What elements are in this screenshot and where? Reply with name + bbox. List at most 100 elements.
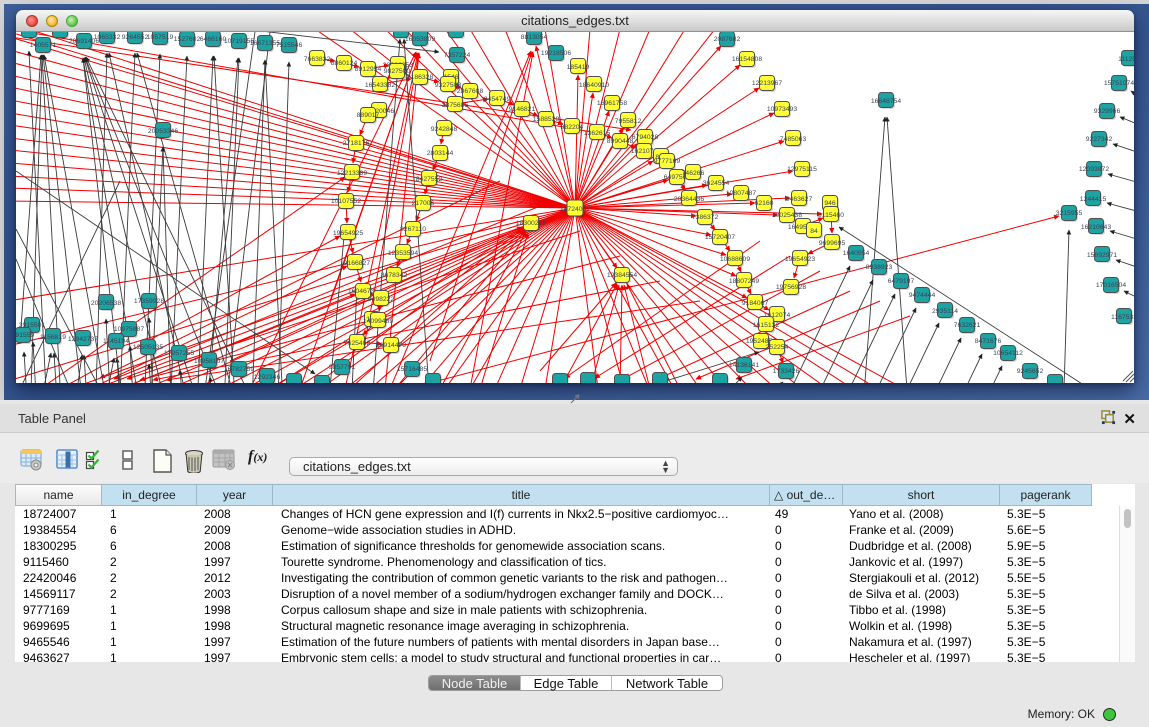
svg-text:19384554: 19384554: [607, 272, 637, 279]
svg-text:16053809: 16053809: [405, 36, 435, 43]
svg-text:7357224: 7357224: [444, 52, 471, 59]
svg-text:14099489: 14099489: [363, 318, 393, 325]
svg-text:16648754: 16648754: [871, 98, 901, 105]
svg-text:8454749: 8454749: [484, 96, 511, 103]
svg-text:1167533: 1167533: [1111, 314, 1134, 321]
svg-text:9463627: 9463627: [786, 196, 813, 203]
svg-text:7632621: 7632621: [954, 322, 981, 329]
svg-text:1362615: 1362615: [584, 130, 611, 137]
svg-text:3875685: 3875685: [442, 102, 469, 109]
svg-text:9777169: 9777169: [654, 158, 681, 165]
svg-text:2718176: 2718176: [343, 140, 370, 147]
svg-text:9857791: 9857791: [329, 364, 356, 371]
svg-text:391559: 391559: [16, 332, 35, 339]
svg-text:252254: 252254: [766, 344, 789, 351]
svg-text:1244415: 1244415: [1080, 196, 1107, 203]
svg-text:15720407: 15720407: [705, 234, 735, 241]
svg-text:10807487: 10807487: [726, 190, 756, 197]
svg-text:1615132: 1615132: [753, 322, 780, 329]
svg-text:12353594: 12353594: [388, 250, 418, 257]
svg-text:18807249: 18807249: [729, 278, 759, 285]
svg-text:10688609: 10688609: [720, 256, 750, 263]
svg-text:10025438: 10025438: [772, 212, 802, 219]
svg-text:16782759: 16782759: [224, 366, 254, 373]
svg-text:6794028: 6794028: [632, 134, 659, 141]
svg-text:10973493: 10973493: [767, 106, 797, 113]
svg-text:9699695: 9699695: [819, 240, 846, 247]
svg-text:882204: 882204: [561, 124, 584, 131]
svg-text:1527602: 1527602: [174, 36, 201, 43]
svg-text:3624554: 3624554: [703, 180, 730, 187]
svg-text:1145194: 1145194: [103, 338, 129, 345]
svg-text:10958107: 10958107: [194, 358, 224, 365]
svg-text:1588520: 1588520: [533, 116, 560, 123]
svg-text:16210643: 16210643: [1081, 224, 1111, 231]
svg-text:15716485: 15716485: [397, 366, 427, 373]
svg-text:8267110: 8267110: [400, 226, 426, 233]
svg-text:14136141: 14136141: [729, 362, 759, 369]
svg-text:1065332: 1065332: [94, 34, 121, 41]
svg-text:7485063: 7485063: [780, 136, 807, 143]
svg-text:16961758: 16961758: [597, 100, 627, 107]
svg-text:9146821: 9146821: [509, 106, 536, 113]
svg-text:3215955: 3215955: [1056, 210, 1083, 217]
svg-text:19654925: 19654925: [333, 230, 363, 237]
svg-text:8860124: 8860124: [331, 60, 358, 67]
svg-text:1057519: 1057519: [147, 34, 174, 41]
svg-text:1733426: 1733426: [773, 368, 800, 375]
svg-text:20206538: 20206538: [91, 300, 121, 307]
svg-text:15751074: 15751074: [1104, 80, 1134, 87]
svg-text:10654112: 10654112: [993, 350, 1023, 357]
svg-text:9498222: 9498222: [368, 296, 395, 303]
svg-text:16914479: 16914479: [376, 342, 406, 349]
svg-text:8471676: 8471676: [975, 338, 1002, 345]
svg-text:2803144: 2803144: [427, 150, 454, 157]
svg-text:9264552: 9264552: [122, 34, 149, 41]
svg-text:19166827: 19166827: [340, 260, 370, 267]
svg-text:16543382: 16543382: [365, 82, 395, 89]
svg-text:1292346: 1292346: [254, 374, 281, 381]
svg-text:746266: 746266: [682, 170, 705, 177]
svg-text:1640954: 1640954: [843, 250, 870, 257]
svg-text:10107552: 10107552: [331, 198, 361, 205]
svg-text:9474444: 9474444: [909, 292, 936, 299]
svg-text:7663822: 7663822: [304, 56, 331, 63]
svg-text:15692971: 15692971: [1087, 252, 1117, 259]
svg-text:7955812: 7955812: [615, 118, 642, 125]
svg-text:84: 84: [810, 228, 818, 235]
svg-text:18300295: 18300295: [516, 220, 546, 227]
svg-text:12942737: 12942737: [68, 336, 98, 343]
svg-text:7625402: 7625402: [344, 340, 371, 347]
svg-text:17957255: 17957255: [164, 350, 194, 357]
svg-text:16154808: 16154808: [732, 56, 762, 63]
svg-text:8678342: 8678342: [381, 272, 408, 279]
svg-text:9245652: 9245652: [1017, 368, 1044, 375]
svg-text:20053346: 20053346: [148, 128, 178, 135]
svg-text:889017: 889017: [357, 112, 380, 119]
svg-text:2087682: 2087682: [714, 36, 741, 43]
svg-text:20364436: 20364436: [674, 196, 704, 203]
svg-text:185419: 185419: [567, 64, 590, 71]
svg-text:946: 946: [824, 200, 836, 207]
svg-text:8912954: 8912954: [355, 66, 382, 73]
svg-text:62160: 62160: [755, 200, 774, 207]
svg-text:8427552: 8427552: [416, 176, 443, 183]
svg-text:19654923: 19654923: [785, 256, 815, 263]
svg-text:19218506: 19218506: [541, 50, 571, 57]
svg-text:19756928: 19756928: [776, 284, 806, 291]
svg-text:10975887: 10975887: [114, 326, 144, 333]
svg-text:8990448: 8990448: [607, 138, 634, 145]
svg-text:8938923: 8938923: [866, 264, 893, 271]
svg-text:12213389: 12213389: [337, 170, 367, 177]
svg-text:9115460: 9115460: [818, 212, 844, 219]
svg-text:111254: 111254: [1118, 56, 1134, 63]
svg-text:12505135: 12505135: [133, 344, 163, 351]
svg-text:12093872: 12093872: [1079, 166, 1109, 173]
svg-text:7386372: 7386372: [692, 214, 719, 221]
svg-text:18640910: 18640910: [579, 82, 609, 89]
svg-text:17359928: 17359928: [134, 298, 164, 305]
svg-text:12213967: 12213967: [752, 80, 782, 87]
svg-text:12975115: 12975115: [787, 166, 817, 173]
svg-text:2867608: 2867608: [457, 88, 484, 95]
svg-text:8186328: 8186328: [407, 74, 434, 81]
